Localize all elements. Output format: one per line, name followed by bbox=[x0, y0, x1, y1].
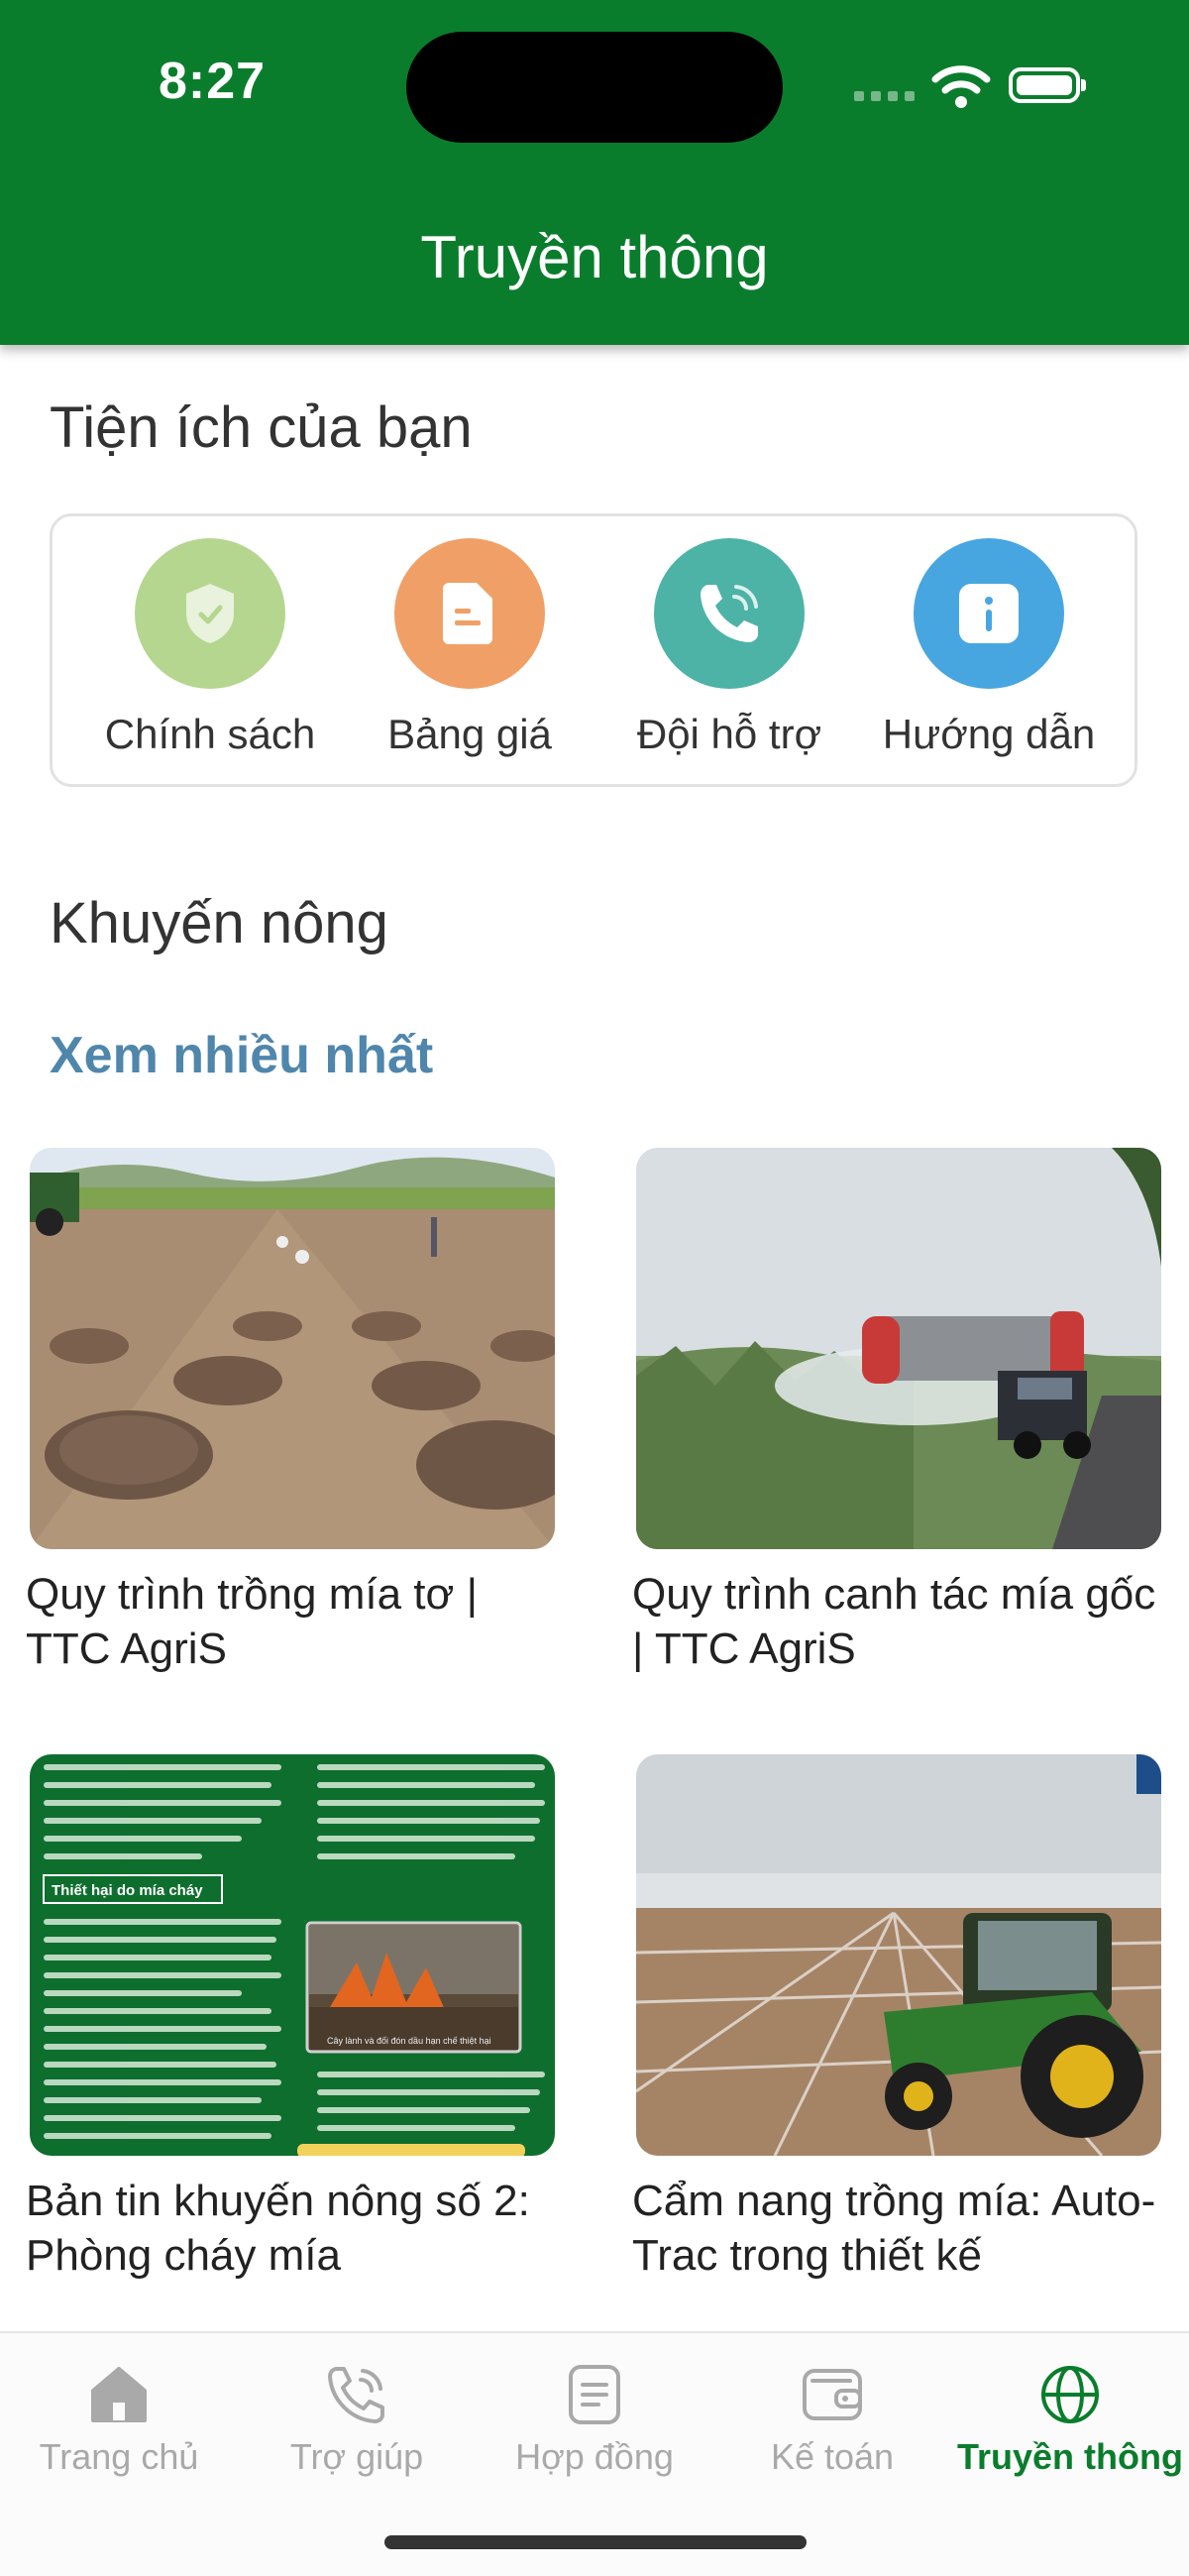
tab-home[interactable]: Trang chủ bbox=[0, 2363, 238, 2478]
globe-icon bbox=[1041, 2366, 1099, 2423]
article-title: Quy trình trồng mía tơ | TTC AgriS bbox=[26, 1570, 479, 1673]
tab-label: Truyền thông bbox=[957, 2436, 1183, 2477]
tab-accounting[interactable]: Kế toán bbox=[713, 2363, 951, 2478]
bulletin-heading: Thiết hại do mía cháy bbox=[52, 1882, 203, 1899]
utility-price-list[interactable]: Bảng giá bbox=[340, 538, 599, 758]
article-card[interactable]: Thiết hại do mía cháy Cây lành và đối đó… bbox=[26, 1754, 555, 2283]
article-title: Bản tin khuyến nông số 2: Phòng cháy mía bbox=[26, 2177, 530, 2280]
tab-label: Kế toán bbox=[770, 2436, 895, 2477]
article-card[interactable]: Quy trình canh tác mía gốc | TTC AgriS bbox=[632, 1148, 1161, 1676]
tab-label: Trợ giúp bbox=[289, 2436, 424, 2477]
most-viewed-subtitle: Xem nhiều nhất bbox=[50, 1027, 434, 1084]
contract-icon bbox=[569, 2365, 620, 2424]
article-thumbnail: Thiết hại do mía cháy Cây lành và đối đó… bbox=[30, 1754, 555, 2156]
extension-title: Khuyến nông bbox=[50, 891, 388, 955]
tab-label: Hợp đồng bbox=[515, 2436, 674, 2477]
battery-icon bbox=[1009, 67, 1086, 103]
phone-icon bbox=[654, 538, 805, 689]
utility-label: Hướng dẫn bbox=[882, 711, 1096, 757]
app-header: 8:27 Truyền thông bbox=[0, 0, 1189, 345]
status-time: 8:27 bbox=[159, 53, 267, 110]
utility-policy[interactable]: Chính sách bbox=[80, 538, 340, 758]
utility-label: Đội hỗ trợ bbox=[636, 711, 822, 757]
article-thumbnail bbox=[636, 1754, 1161, 2156]
article-card[interactable]: Quy trình trồng mía tơ | TTC AgriS bbox=[26, 1148, 555, 1676]
home-icon bbox=[91, 2367, 147, 2422]
page-title: Truyền thông bbox=[420, 224, 769, 290]
tab-media[interactable]: Truyền thông bbox=[951, 2363, 1189, 2478]
utility-support-team[interactable]: Đội hỗ trợ bbox=[599, 538, 859, 758]
wifi-icon bbox=[931, 65, 991, 108]
phone-help-icon bbox=[328, 2367, 384, 2423]
article-card[interactable]: Cẩm nang trồng mía: Auto-Trac trong thiế… bbox=[632, 1754, 1161, 2283]
article-thumbnail bbox=[30, 1148, 555, 1549]
home-indicator bbox=[384, 2535, 807, 2549]
dynamic-island bbox=[406, 32, 783, 143]
shield-check-icon bbox=[135, 538, 285, 689]
tab-contract[interactable]: Hợp đồng bbox=[476, 2363, 713, 2478]
wallet-icon bbox=[803, 2369, 862, 2420]
info-icon bbox=[914, 538, 1064, 689]
document-icon bbox=[394, 538, 545, 689]
article-title: Cẩm nang trồng mía: Auto-Trac trong thiế… bbox=[632, 2177, 1156, 2280]
tab-help[interactable]: Trợ giúp bbox=[238, 2363, 476, 2478]
utility-label: Bảng giá bbox=[387, 711, 552, 757]
utility-guide[interactable]: Hướng dẫn bbox=[859, 538, 1119, 758]
cellular-signal-icon bbox=[854, 91, 915, 101]
bulletin-caption: Cây lành và đối đón dầu hạn chế thiệt hạ… bbox=[327, 2036, 491, 2046]
utility-label: Chính sách bbox=[104, 711, 316, 757]
article-title: Quy trình canh tác mía gốc | TTC AgriS bbox=[632, 1570, 1156, 1673]
utilities-title: Tiện ích của bạn bbox=[50, 395, 473, 460]
tab-label: Trang chủ bbox=[39, 2436, 199, 2477]
article-thumbnail bbox=[636, 1148, 1161, 1549]
utilities-card: Chính sách Bảng giá Đội hỗ trợ Hướng dẫn bbox=[50, 513, 1137, 787]
